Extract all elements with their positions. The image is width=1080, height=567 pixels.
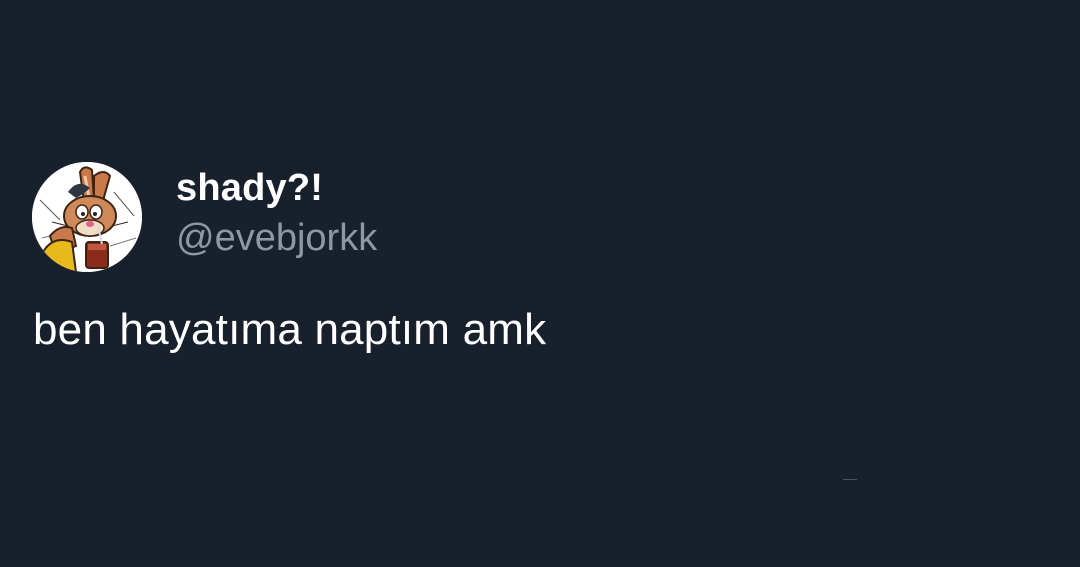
author-handle[interactable]: @evebjorkk	[176, 217, 377, 260]
divider-mark	[843, 479, 857, 480]
tweet-card: shady?! @evebjorkk ben hayatıma naptım a…	[0, 0, 1080, 567]
author-display-name[interactable]: shady?!	[176, 167, 323, 210]
cartoon-rabbit-avatar-icon	[32, 162, 142, 272]
avatar[interactable]	[32, 162, 142, 272]
tweet-text: ben hayatıma naptım amk	[33, 305, 547, 354]
